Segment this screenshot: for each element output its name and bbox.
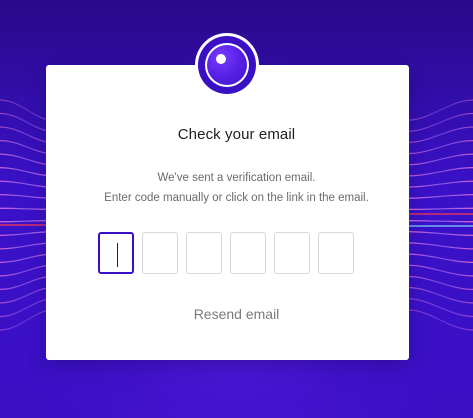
code-digit-2[interactable]	[142, 232, 178, 274]
logo-ring	[198, 36, 256, 94]
wave-line-right	[408, 219, 473, 223]
wave-line-left	[0, 287, 53, 304]
code-digit-1[interactable]	[98, 232, 134, 274]
verification-code-input	[98, 232, 354, 276]
wave-line-right	[408, 99, 473, 121]
wave-line-left	[0, 253, 53, 263]
wave-line-right	[408, 287, 473, 304]
wave-line-left	[0, 153, 53, 166]
wave-line-right	[408, 231, 473, 236]
dialog-title: Check your email	[177, 126, 296, 143]
logo-shine	[216, 54, 226, 64]
text-caret	[117, 243, 118, 267]
wave-line-left	[0, 275, 53, 291]
wave-line-right	[408, 275, 473, 291]
wave-line-right	[408, 153, 473, 166]
wave-line-left	[0, 219, 53, 223]
brand-orb-icon	[207, 45, 247, 85]
code-digit-3[interactable]	[186, 232, 222, 274]
code-digit-4[interactable]	[230, 232, 266, 274]
wave-line-right	[408, 207, 473, 211]
brand-logo	[195, 33, 259, 97]
description-line-1: We've sent a verification email.	[157, 172, 316, 184]
description-line-2: Enter code manually or click on the link…	[104, 192, 369, 204]
logo-inner	[205, 43, 249, 87]
wave-line-right	[408, 253, 473, 263]
wave-line-left	[0, 242, 53, 250]
wave-line-left	[0, 99, 53, 121]
wave-line-left	[0, 231, 53, 236]
wave-line-left	[0, 207, 53, 211]
wave-line-right	[408, 264, 473, 277]
wave-line-left	[0, 264, 53, 277]
wave-line-right	[408, 242, 473, 250]
resend-email-button[interactable]: Resend email	[0, 306, 473, 322]
code-digit-5[interactable]	[274, 232, 310, 274]
code-digit-6[interactable]	[318, 232, 354, 274]
